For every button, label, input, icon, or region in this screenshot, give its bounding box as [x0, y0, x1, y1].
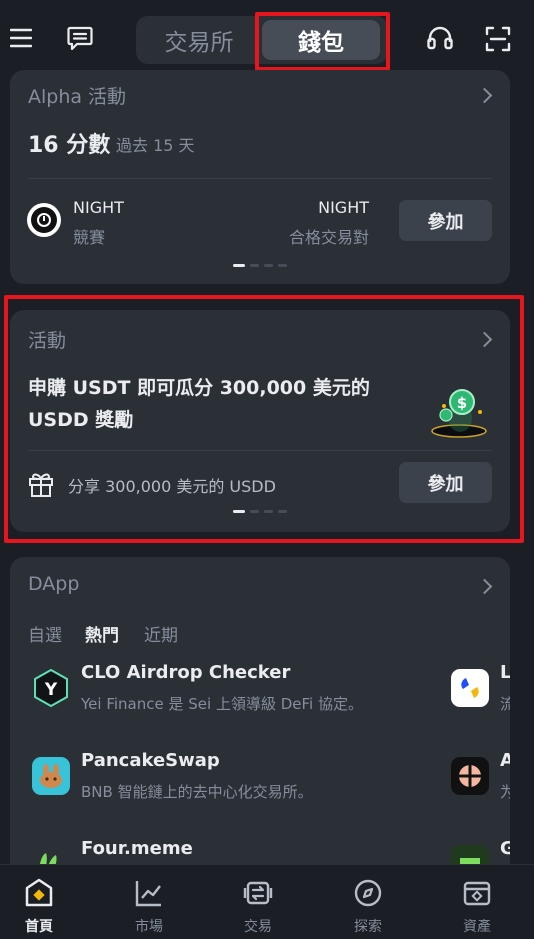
carousel-dot [264, 510, 273, 513]
activity-card-title[interactable]: 活動 [28, 326, 66, 353]
headset-icon[interactable] [424, 23, 456, 55]
night-right-title: NIGHT [318, 198, 369, 217]
nav-assets[interactable]: 資產 [424, 865, 530, 939]
carousel-dot [264, 264, 273, 267]
wallet-icon [461, 877, 493, 909]
menu-icon[interactable] [8, 24, 34, 52]
compass-icon [352, 877, 384, 909]
peek-app-logo [451, 757, 489, 795]
filter-favorites[interactable]: 自選 [28, 621, 62, 646]
pancakeswap-logo [32, 757, 70, 795]
app-name: CLO Airdrop Checker [81, 662, 291, 683]
night-right-sub: 合格交易對 [288, 228, 369, 247]
carousel-dot [233, 510, 245, 513]
nav-label: 市場 [135, 919, 163, 935]
peek-app-name: G [500, 838, 510, 859]
app-name: Four.meme [81, 838, 193, 859]
chat-icon[interactable] [64, 23, 96, 53]
night-sub: 競賽 [73, 228, 106, 247]
tab-wallet[interactable]: 錢包 [262, 20, 380, 60]
peek-app-desc: 为 [500, 783, 510, 801]
filter-recent[interactable]: 近期 [144, 621, 178, 646]
dapp-card: DApp 自選 熱門 近期 Y CLO Airdrop Checker Yei … [10, 557, 510, 877]
divider [28, 450, 492, 451]
app-name: PancakeSwap [81, 750, 220, 771]
alpha-period: 過去 15 天 [116, 136, 195, 155]
alpha-score: 16 分數 [28, 133, 111, 158]
night-name: NIGHT [73, 198, 124, 217]
app-desc: Yei Finance 是 Sei 上領導級 DeFi 協定。 [81, 695, 363, 713]
carousel-dot [250, 510, 259, 513]
activity-headline-2[interactable]: USDD 獎勵 [28, 405, 133, 432]
join-button[interactable]: 參加 [399, 462, 492, 503]
chevron-right-icon[interactable] [476, 331, 493, 348]
svg-text:Y: Y [44, 680, 58, 700]
carousel-dot [278, 510, 287, 513]
peek-app-desc: 流 [500, 695, 510, 713]
alpha-card-title[interactable]: Alpha 活動 [28, 82, 126, 109]
bottom-nav: 首頁 市場 交易 探索 資產 [0, 864, 534, 939]
list-item[interactable]: Y CLO Airdrop Checker Yei Finance 是 Sei … [10, 653, 510, 733]
app-desc: BNB 智能鏈上的去中心化交易所。 [81, 783, 313, 801]
chevron-right-icon[interactable] [476, 578, 493, 595]
chart-icon [133, 877, 165, 909]
trade-icon [242, 877, 274, 909]
carousel-dot [278, 264, 287, 267]
peek-app-logo [451, 669, 489, 707]
nav-label: 資產 [463, 919, 491, 935]
nav-trade[interactable]: 交易 [205, 865, 311, 939]
exchange-wallet-switch: 交易所 錢包 [136, 16, 388, 64]
nav-home[interactable]: 首頁 [0, 865, 92, 939]
tab-exchange[interactable]: 交易所 [136, 16, 262, 64]
list-item[interactable]: PancakeSwap BNB 智能鏈上的去中心化交易所。 A 为 [10, 741, 510, 821]
nav-label: 探索 [354, 919, 382, 935]
home-icon [23, 877, 55, 909]
carousel-dots [10, 264, 510, 267]
top-bar: 交易所 錢包 [0, 0, 534, 80]
join-button[interactable]: 參加 [399, 200, 492, 241]
coin-reward-illustration: $ [422, 382, 490, 440]
peek-app-name: L [500, 662, 510, 683]
nav-explore[interactable]: 探索 [315, 865, 421, 939]
nav-label: 首頁 [25, 919, 53, 935]
alpha-card: Alpha 活動 16 分數 過去 15 天 NIGHT 競賽 NIGHT 合格… [10, 70, 510, 284]
divider [28, 178, 492, 179]
peek-app-name: A [500, 750, 510, 771]
chevron-right-icon[interactable] [476, 87, 493, 104]
filter-popular[interactable]: 熱門 [85, 621, 119, 646]
share-text: 分享 300,000 美元的 USDD [68, 477, 276, 496]
carousel-dot [233, 264, 245, 267]
nav-market[interactable]: 市場 [96, 865, 202, 939]
nav-label: 交易 [244, 919, 272, 935]
svg-text:$: $ [457, 394, 467, 412]
dapp-card-title[interactable]: DApp [28, 573, 79, 595]
carousel-dots [10, 510, 510, 513]
activity-headline-1[interactable]: 申購 USDT 即可瓜分 300,000 美元的 [28, 373, 370, 400]
night-token-icon [27, 203, 61, 237]
scan-icon[interactable] [482, 24, 514, 54]
activity-card: 活動 申購 USDT 即可瓜分 300,000 美元的 USDD 獎勵 $ 分享… [10, 310, 510, 532]
carousel-dot [250, 264, 259, 267]
gift-icon [26, 469, 56, 499]
clo-logo: Y [32, 669, 70, 707]
